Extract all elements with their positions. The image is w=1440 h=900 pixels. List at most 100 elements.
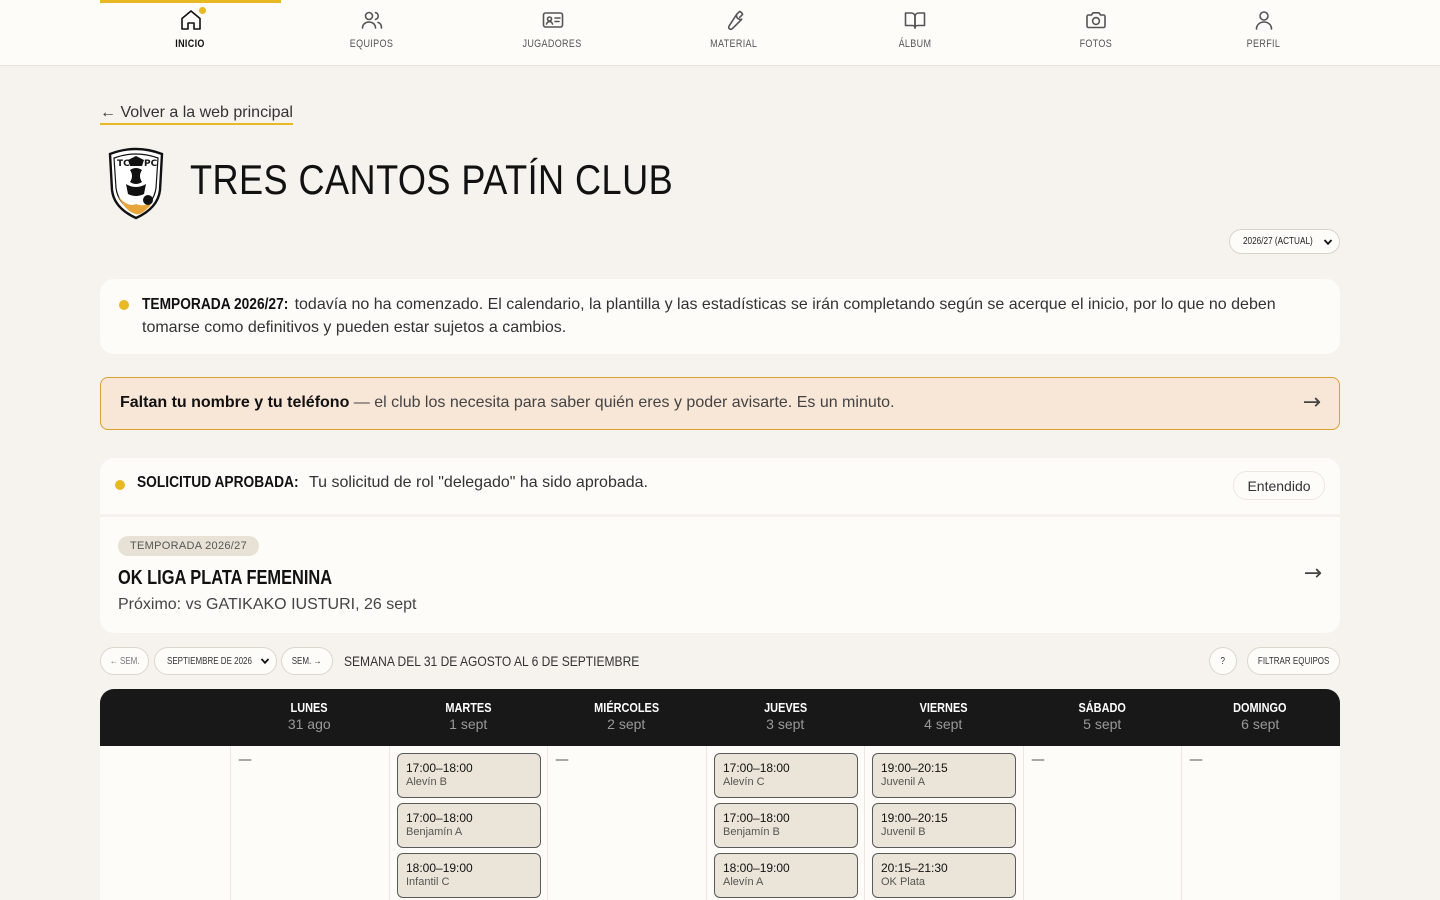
club-logo: TC PC — [104, 146, 168, 220]
empty-day-mark: — — [1189, 752, 1203, 768]
month-select-value: SEPTIEMBRE DE 2026 — [167, 655, 252, 667]
day-name: SÁBADO — [1078, 700, 1126, 715]
day-header-sabado: SÁBADO 5 sept — [1023, 689, 1182, 746]
nav-label: Álbum — [898, 38, 931, 50]
id-card-icon — [541, 8, 565, 32]
slot-time: 20:15–21:30 — [881, 861, 948, 875]
month-select[interactable]: SEPTIEMBRE DE 2026 — [154, 647, 277, 675]
next-match: Próximo: vs GATIKAKO IUSTURI, 26 sept — [118, 596, 417, 613]
day-name: JUEVES — [763, 700, 807, 715]
approved-notice-text: SOLICITUD APROBADA: Tu solicitud de rol … — [137, 474, 648, 492]
nav-item-jugadores[interactable]: Jugadores — [462, 0, 643, 65]
help-label: ? — [1220, 655, 1226, 667]
season-select-value: 2026/27 (ACTUAL) — [1243, 236, 1313, 247]
next-week-label: SEM. → — [292, 655, 322, 667]
training-slot[interactable]: 17:00–18:00 Alevín C — [714, 753, 858, 798]
status-dot — [115, 480, 125, 490]
profile-banner-text: Faltan tu nombre y tu teléfono — el club… — [120, 394, 895, 412]
home-icon — [179, 6, 207, 32]
day-date: 31 ago — [287, 716, 331, 732]
nav-label: Perfil — [1246, 38, 1281, 50]
day-column-sabado: — — [1023, 746, 1181, 900]
slot-team: Benjamín B — [723, 826, 780, 838]
slot-time: 18:00–19:00 — [723, 861, 790, 875]
slot-team: Juvenil A — [881, 776, 926, 788]
training-slot[interactable]: 19:00–20:15 Juvenil B — [872, 803, 1016, 848]
status-dot — [119, 300, 129, 310]
empty-day-mark: — — [1031, 752, 1045, 768]
prev-week-button[interactable]: ← SEM. — [100, 647, 149, 675]
season-notice-title: TEMPORADA 2026/27: — [142, 296, 289, 313]
slot-time: 18:00–19:00 — [406, 861, 473, 875]
slot-team: Juvenil B — [881, 826, 926, 838]
book-icon — [903, 8, 927, 32]
training-slot[interactable]: 18:00–19:00 Alevín A — [714, 853, 858, 898]
day-date: 3 sept — [766, 716, 805, 732]
nav-item-equipos[interactable]: Equipos — [281, 0, 462, 65]
competition-name: OK LIGA PLATA FEMENINA — [118, 567, 333, 589]
day-name: MARTES — [445, 700, 492, 715]
day-date: 4 sept — [924, 716, 963, 732]
nav-item-album[interactable]: Álbum — [824, 0, 1005, 65]
slot-time: 17:00–18:00 — [406, 761, 473, 775]
day-date: 1 sept — [449, 716, 488, 732]
arrow-right-icon: → — [1302, 390, 1321, 415]
week-range-label: SEMANA DEL 31 DE AGOSTO AL 6 DE SEPTIEMB… — [344, 653, 640, 669]
nav-item-inicio[interactable]: Inicio — [100, 0, 281, 65]
day-name: VIERNES — [919, 700, 968, 715]
day-column-lunes: — — [230, 746, 389, 900]
nav-label: Inicio — [175, 38, 206, 50]
day-header-jueves: JUEVES 3 sept — [706, 689, 865, 746]
season-notice-body: todavía no ha comenzado. El calendario, … — [142, 296, 1276, 336]
slot-team: Benjamín A — [406, 826, 463, 838]
slot-team: Alevín A — [723, 876, 764, 888]
slot-time: 17:00–18:00 — [406, 811, 473, 825]
calendar-header: LUNES 31 ago MARTES 1 sept MIÉRCOLES 2 s… — [100, 689, 1340, 746]
user-icon — [1252, 8, 1276, 32]
club-title: TRES CANTOS PATÍN CLUB — [190, 156, 674, 203]
nav-item-material[interactable]: Material — [643, 0, 824, 65]
back-to-main-site-link[interactable]: ← Volver a la web principal — [100, 104, 293, 125]
svg-text:PC: PC — [144, 159, 158, 169]
approved-notice-body: Tu solicitud de rol "delegado" ha sido a… — [304, 474, 648, 491]
nav-item-perfil[interactable]: Perfil — [1173, 0, 1354, 65]
training-slot[interactable]: 17:00–18:00 Alevín B — [397, 753, 541, 798]
day-column-domingo: — — [1181, 746, 1340, 900]
training-slot[interactable]: 19:00–20:15 Juvenil A — [872, 753, 1016, 798]
calendar-body: — 17:00–18:00 Alevín B 17:00–18:00 Benja… — [100, 746, 1340, 900]
training-slot[interactable]: 17:00–18:00 Benjamín B — [714, 803, 858, 848]
slot-time: 19:00–20:15 — [881, 761, 948, 775]
dismiss-button[interactable]: Entendido — [1233, 471, 1325, 500]
season-notice-text: TEMPORADA 2026/27: todavía no ha comenza… — [142, 293, 1302, 339]
season-select[interactable]: 2026/27 (ACTUAL) — [1229, 229, 1340, 254]
nav-item-fotos[interactable]: Fotos — [1005, 0, 1186, 65]
help-button[interactable]: ? — [1209, 647, 1237, 675]
day-column-viernes: 19:00–20:15 Juvenil A 19:00–20:15 Juveni… — [864, 746, 1023, 900]
day-date: 2 sept — [607, 716, 646, 732]
slot-time: 17:00–18:00 — [723, 761, 790, 775]
chevron-down-icon — [260, 658, 270, 665]
nav-label: Equipos — [349, 38, 394, 50]
training-slot[interactable]: 18:00–19:00 Infantil C — [397, 853, 541, 898]
chevron-down-icon — [1323, 239, 1333, 246]
day-header-lunes: LUNES 31 ago — [230, 689, 389, 746]
nav-label: Jugadores — [522, 38, 583, 50]
day-name: LUNES — [290, 700, 328, 715]
wrench-icon — [722, 8, 746, 32]
notification-dot — [197, 6, 207, 15]
camera-icon — [1084, 8, 1108, 32]
training-slot[interactable]: 17:00–18:00 Benjamín A — [397, 803, 541, 848]
filter-label: FILTRAR EQUIPOS — [1257, 655, 1330, 667]
users-icon — [360, 8, 384, 32]
competition-card[interactable]: TEMPORADA 2026/27 OK LIGA PLATA FEMENINA… — [100, 517, 1340, 633]
filter-teams-button[interactable]: FILTRAR EQUIPOS — [1247, 647, 1340, 675]
next-week-button[interactable]: SEM. → — [281, 647, 333, 675]
slot-team: Alevín B — [406, 776, 447, 788]
approved-notice-title: SOLICITUD APROBADA: — [137, 474, 299, 491]
training-slot[interactable]: 20:15–21:30 OK Plata — [872, 853, 1016, 898]
role-approved-notice: SOLICITUD APROBADA: Tu solicitud de rol … — [100, 458, 1340, 514]
day-column-jueves: 17:00–18:00 Alevín C 17:00–18:00 Benjamí… — [706, 746, 864, 900]
slot-team: OK Plata — [881, 876, 926, 888]
day-name: DOMINGO — [1233, 700, 1287, 715]
missing-profile-banner[interactable]: Faltan tu nombre y tu teléfono — el club… — [100, 377, 1340, 430]
